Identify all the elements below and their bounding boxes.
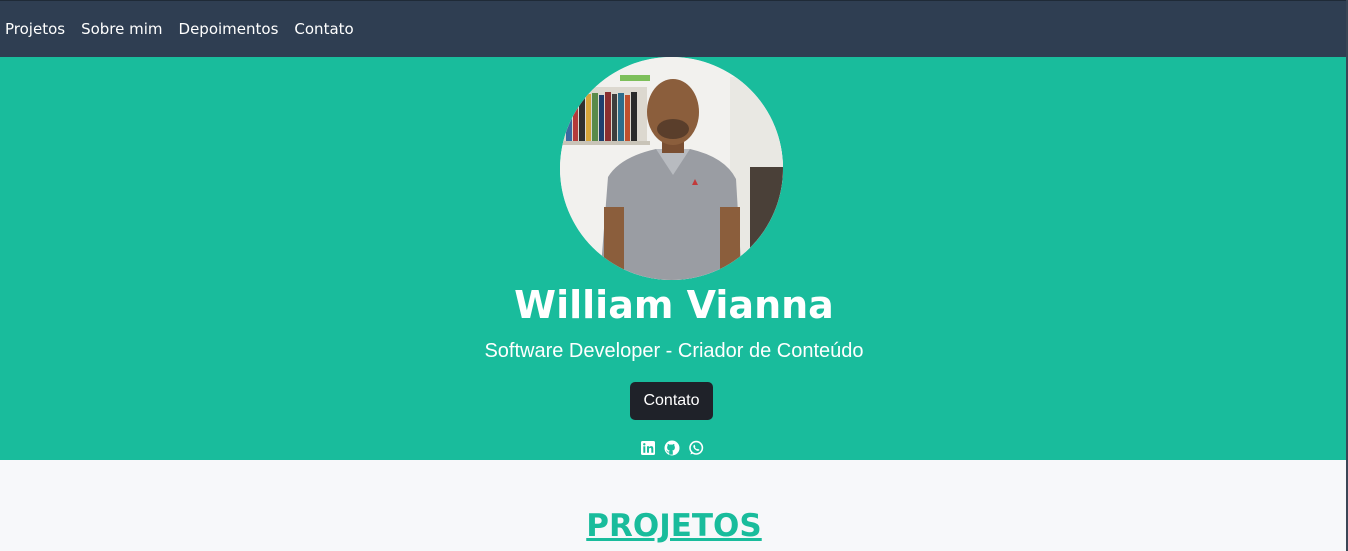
- hero-subtitle: Software Developer - Criador de Conteúdo: [484, 340, 864, 362]
- nav-link-contato[interactable]: Contato: [294, 20, 353, 38]
- projects-section-title[interactable]: PROJETOS: [0, 508, 1348, 544]
- contact-button[interactable]: Contato: [630, 382, 713, 420]
- hero-section: William Vianna Software Developer - Cria…: [0, 57, 1348, 460]
- nav-link-sobre-mim[interactable]: Sobre mim: [81, 20, 162, 38]
- hero-name: William Vianna: [514, 283, 834, 327]
- social-links: [640, 440, 704, 456]
- linkedin-icon[interactable]: [640, 440, 656, 456]
- nav-link-projetos[interactable]: Projetos: [5, 20, 65, 38]
- profile-photo: [560, 57, 783, 280]
- github-icon[interactable]: [664, 440, 680, 456]
- whatsapp-icon[interactable]: [688, 440, 704, 456]
- nav-link-depoimentos[interactable]: Depoimentos: [179, 20, 279, 38]
- navbar: Projetos Sobre mim Depoimentos Contato: [0, 0, 1348, 57]
